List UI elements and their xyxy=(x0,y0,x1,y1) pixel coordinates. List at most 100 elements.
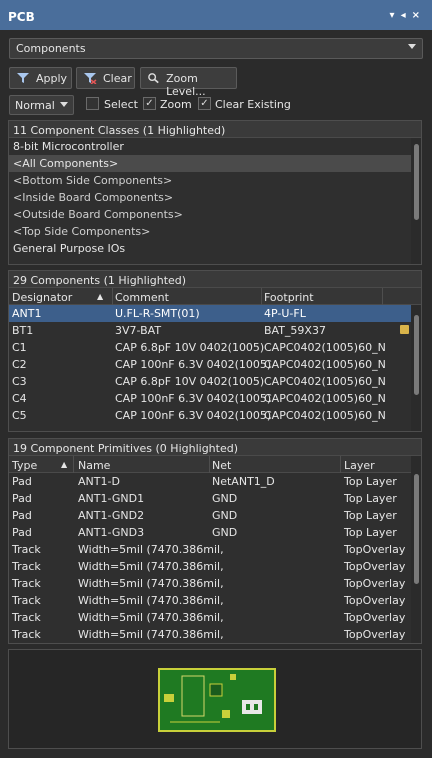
object-type-combo[interactable]: Components xyxy=(9,38,423,59)
zoom-label: Zoom xyxy=(160,98,192,111)
class-item-selected[interactable]: <All Components> xyxy=(9,155,421,172)
column-divider xyxy=(340,456,341,473)
table-row[interactable]: Pad ANT1-GND1 GND Top Layer xyxy=(9,490,421,507)
column-name[interactable]: Name xyxy=(78,459,110,472)
cell-comment: CAP 6.8pF 10V 0402(1005) xyxy=(115,375,265,388)
apply-button[interactable]: Apply xyxy=(9,67,72,89)
cell-type: Track xyxy=(12,594,41,607)
table-row[interactable]: Track Width=5mil (7470.386mil, TopOverlay xyxy=(9,626,421,643)
primitives-scrollbar[interactable] xyxy=(411,456,421,643)
cell-type: Track xyxy=(12,628,41,641)
column-designator[interactable]: Designator xyxy=(12,291,72,304)
primitives-header: 19 Component Primitives (0 Highlighted) xyxy=(9,439,421,456)
cell-designator: C4 xyxy=(12,392,27,405)
cell-layer: Top Layer xyxy=(344,492,397,505)
components-panel: 29 Components (1 Highlighted) Designator… xyxy=(8,270,422,432)
cell-footprint: CAPC0402(1005)60_N xyxy=(264,409,386,422)
zoom-level-button[interactable]: Zoom Level... xyxy=(140,67,237,98)
table-row[interactable]: Track Width=5mil (7470.386mil, TopOverlay xyxy=(9,609,421,626)
zoom-level-label: Zoom Level... xyxy=(166,72,206,98)
cell-name: Width=5mil (7470.386mil, xyxy=(78,560,224,573)
column-type[interactable]: Type xyxy=(12,459,37,472)
cell-type: Pad xyxy=(12,509,32,522)
table-row[interactable]: Pad ANT1-GND2 GND Top Layer xyxy=(9,507,421,524)
clear-button[interactable]: Clear xyxy=(76,67,135,89)
cell-designator: BT1 xyxy=(12,324,34,337)
table-row[interactable]: C5 CAP 100nF 6.3V 0402(1005) CAPC0402(10… xyxy=(9,407,421,424)
cell-type: Track xyxy=(12,577,41,590)
table-row[interactable]: Pad ANT1-GND3 GND Top Layer xyxy=(9,524,421,541)
column-comment[interactable]: Comment xyxy=(115,291,169,304)
class-item[interactable]: <Outside Board Components> xyxy=(9,206,421,223)
table-row[interactable]: C4 CAP 100nF 6.3V 0402(1005) CAPC0402(10… xyxy=(9,390,421,407)
cell-comment: CAP 6.8pF 10V 0402(1005) xyxy=(115,341,265,354)
cell-designator: C5 xyxy=(12,409,27,422)
cell-footprint: CAPC0402(1005)60_N xyxy=(264,375,386,388)
close-icon[interactable]: × xyxy=(412,10,426,21)
class-item[interactable]: <Inside Board Components> xyxy=(9,189,421,206)
table-row[interactable]: C3 CAP 6.8pF 10V 0402(1005) CAPC0402(100… xyxy=(9,373,421,390)
component-classes-panel: 11 Component Classes (1 Highlighted) 8-b… xyxy=(8,120,422,265)
cell-layer: TopOverlay xyxy=(344,628,406,641)
dropdown-icon[interactable]: ▾ xyxy=(390,10,401,21)
column-divider xyxy=(382,288,383,305)
scroll-thumb[interactable] xyxy=(414,315,419,395)
cell-layer: Top Layer xyxy=(344,526,397,539)
cell-type: Pad xyxy=(12,475,32,488)
cell-type: Track xyxy=(12,543,41,556)
cell-type: Pad xyxy=(12,526,32,539)
table-row[interactable]: C2 CAP 100nF 6.3V 0402(1005) CAPC0402(10… xyxy=(9,356,421,373)
table-row[interactable]: Track Width=5mil (7470.386mil, TopOverlay xyxy=(9,575,421,592)
table-row[interactable]: ANT1 U.FL-R-SMT(01) 4P-U-FL xyxy=(9,305,421,322)
column-footprint[interactable]: Footprint xyxy=(264,291,314,304)
cell-footprint: CAPC0402(1005)60_N xyxy=(264,341,386,354)
mask-mode-value: Normal xyxy=(15,99,55,112)
column-layer[interactable]: Layer xyxy=(344,459,375,472)
column-divider xyxy=(112,288,113,305)
pcb-artwork xyxy=(164,674,262,723)
clear-existing-checkbox[interactable]: ✓ xyxy=(198,97,211,110)
pcb-board-thumbnail[interactable] xyxy=(158,668,276,732)
cell-layer: TopOverlay xyxy=(344,543,406,556)
magnifier-icon xyxy=(148,73,159,84)
zoom-checkbox[interactable]: ✓ xyxy=(143,97,156,110)
cell-comment: CAP 100nF 6.3V 0402(1005) xyxy=(115,392,272,405)
cell-type: Track xyxy=(12,560,41,573)
scroll-thumb[interactable] xyxy=(414,144,419,220)
chevron-down-icon xyxy=(60,102,68,107)
classes-scrollbar[interactable] xyxy=(411,138,421,264)
cell-layer: TopOverlay xyxy=(344,577,406,590)
sort-icon: ▲ xyxy=(97,292,104,301)
cell-layer: TopOverlay xyxy=(344,594,406,607)
table-row[interactable]: BT1 3V7-BAT BAT_59X37 xyxy=(9,322,421,339)
table-row[interactable]: C1 CAP 6.8pF 10V 0402(1005) CAPC0402(100… xyxy=(9,339,421,356)
table-row[interactable]: Track Width=5mil (7470.386mil, TopOverlay xyxy=(9,592,421,609)
components-scrollbar[interactable] xyxy=(411,305,421,431)
table-row[interactable]: Track Width=5mil (7470.386mil, TopOverlay xyxy=(9,558,421,575)
pin-icon[interactable]: ◂ xyxy=(401,10,412,21)
clear-existing-label: Clear Existing xyxy=(215,98,291,111)
table-row[interactable]: Track Width=5mil (7470.386mil, TopOverlay xyxy=(9,541,421,558)
cell-net: NetANT1_D xyxy=(212,475,275,488)
cell-name: ANT1-D xyxy=(78,475,120,488)
cell-net: GND xyxy=(212,492,238,505)
apply-label: Apply xyxy=(36,72,68,85)
class-item[interactable]: General Purpose IOs xyxy=(9,240,421,257)
cell-net: GND xyxy=(212,526,238,539)
column-net[interactable]: Net xyxy=(212,459,231,472)
panel-controls[interactable]: ▾◂× xyxy=(390,10,426,21)
sort-icon: ▲ xyxy=(61,460,68,469)
cell-comment: U.FL-R-SMT(01) xyxy=(115,307,200,320)
scroll-thumb[interactable] xyxy=(414,474,419,584)
cell-name: ANT1-GND1 xyxy=(78,492,145,505)
component-primitives-panel: 19 Component Primitives (0 Highlighted) … xyxy=(8,438,422,644)
mask-mode-select[interactable]: Normal xyxy=(9,95,74,115)
class-item[interactable]: 8-bit Microcontroller xyxy=(9,138,421,155)
class-item[interactable]: <Top Side Components> xyxy=(9,223,421,240)
table-row[interactable]: Pad ANT1-D NetANT1_D Top Layer xyxy=(9,473,421,490)
class-item[interactable]: <Bottom Side Components> xyxy=(9,172,421,189)
column-divider xyxy=(209,456,210,473)
select-checkbox[interactable] xyxy=(86,97,99,110)
cell-layer: Top Layer xyxy=(344,475,397,488)
classes-header: 11 Component Classes (1 Highlighted) xyxy=(9,121,421,138)
